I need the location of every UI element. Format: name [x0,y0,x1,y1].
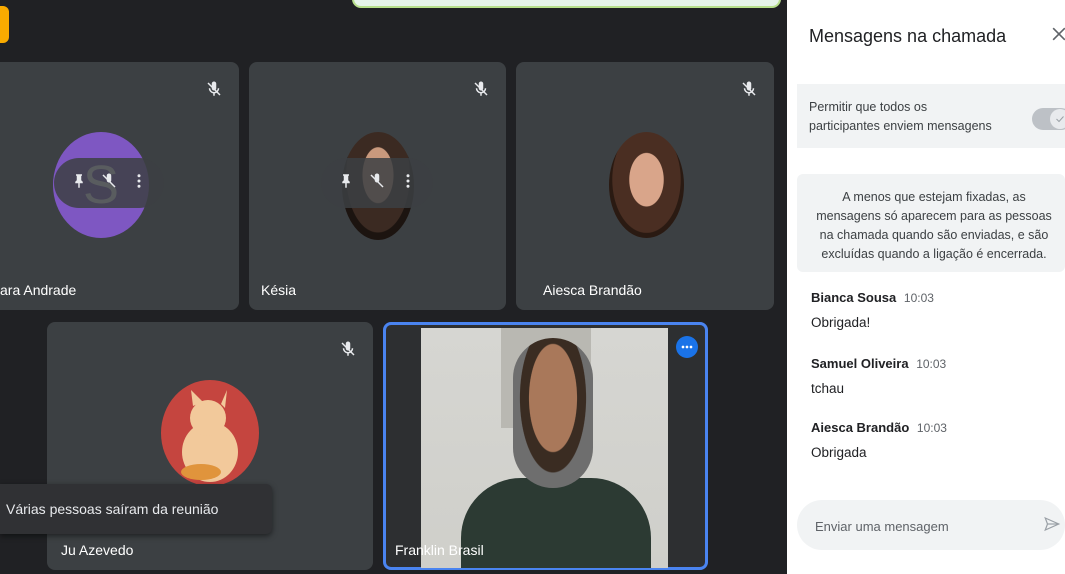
permission-setting: Permitir que todos os participantes envi… [797,84,1065,148]
toast-text: Várias pessoas saíram da reunião [6,501,219,517]
message-time: 10:03 [916,357,947,371]
participant-tile[interactable]: Aiesca Brandão [516,62,774,310]
mic-off-icon [203,78,225,100]
permission-label: Permitir que todos os participantes envi… [809,100,992,133]
close-icon[interactable] [1049,24,1065,46]
send-icon[interactable] [1043,515,1063,535]
message-text: Obrigada! [811,315,871,330]
mic-off-icon [470,78,492,100]
check-icon [1050,109,1065,129]
chat-message: Samuel Oliveira 10:03 tchau [811,356,946,396]
participant-tile-active[interactable]: Franklin Brasil [383,322,708,570]
mic-off-icon[interactable] [368,172,386,195]
message-sender: Samuel Oliveira [811,356,909,371]
video-feed [421,328,668,568]
participant-tile[interactable]: S ara Andrade [0,62,239,310]
more-vert-icon[interactable] [399,172,417,195]
participant-name: Ju Azevedo [61,542,134,558]
mic-off-icon[interactable] [100,172,118,195]
pin-icon[interactable] [70,172,88,195]
avatar [161,380,259,486]
participant-name: Aiesca Brandão [543,282,642,298]
message-time: 10:03 [903,291,934,305]
video-stage: S ara Andrade Késia Aiesca Brandão [0,0,787,574]
notification-toast: Várias pessoas saíram da reunião [0,484,272,534]
mic-off-icon [337,338,359,360]
more-vert-icon[interactable] [130,172,148,195]
message-text: Obrigada [811,445,867,460]
chat-panel: Mensagens na chamada Permitir que todos … [787,0,1065,574]
message-text: tchau [811,381,845,396]
message-time: 10:03 [916,421,947,435]
chat-message: Aiesca Brandão 10:03 Obrigada [811,420,947,460]
tile-hover-controls [321,158,433,208]
participant-name: Késia [261,282,297,298]
pin-icon[interactable] [337,172,355,195]
top-banner-edge [352,0,781,8]
message-sender: Bianca Sousa [811,290,897,305]
message-composer [797,500,1065,552]
avatar [609,132,684,238]
message-sender: Aiesca Brandão [811,420,910,435]
chat-message: Bianca Sousa 10:03 Obrigada! [811,290,934,330]
more-horiz-icon[interactable] [676,336,698,358]
mic-off-icon [738,78,760,100]
participant-name: Franklin Brasil [395,542,484,558]
tile-hover-controls [54,158,164,208]
message-input[interactable] [813,500,1017,552]
participant-tile[interactable]: Késia [249,62,506,310]
allow-messages-toggle[interactable] [1032,108,1065,130]
top-left-indicator [0,6,9,43]
info-notice: A menos que estejam fixadas, as mensagen… [797,174,1065,272]
participant-name: ara Andrade [0,282,77,298]
info-text: A menos que estejam fixadas, as mensagen… [816,190,1052,261]
panel-title: Mensagens na chamada [809,26,1007,46]
